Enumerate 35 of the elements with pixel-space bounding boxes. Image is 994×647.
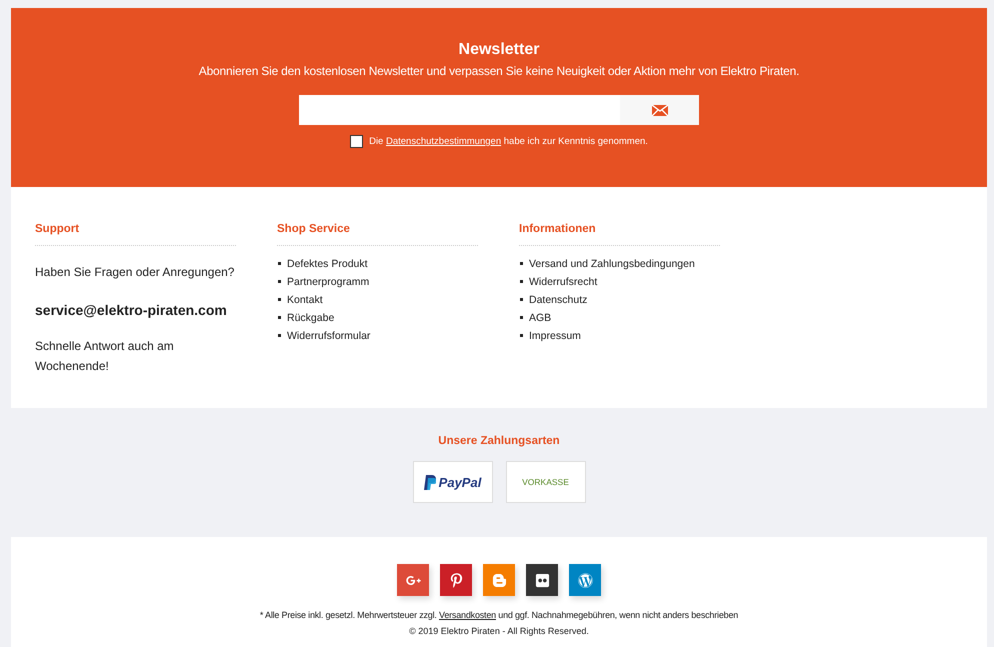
consent-text: Die Datenschutzbestimmungen habe ich zur Kenntnis genommen. [369, 136, 648, 147]
footer-link[interactable]: Partnerprogramm [277, 276, 478, 288]
flickr-icon[interactable] [526, 564, 558, 596]
footer-link[interactable]: Defektes Produkt [277, 258, 478, 270]
support-text: Haben Sie Fragen oder Anregungen? [35, 264, 236, 281]
blogger-icon[interactable] [483, 564, 515, 596]
copyright: © 2019 Elektro Piraten - All Rights Reserved. [409, 626, 589, 636]
price-note: * Alle Preise inkl. gesetzl. Mehrwertsteuer zzgl. Versandkosten und ggf. Nachnahmegebühren, wenn nicht anders beschrieben [260, 610, 738, 620]
consent-checkbox[interactable] [350, 135, 364, 148]
footer-link[interactable]: Datenschutz [519, 294, 720, 306]
pinterest-icon[interactable] [440, 564, 472, 596]
envelope-icon [652, 104, 668, 116]
footer-link[interactable]: AGB [519, 312, 720, 324]
column-heading: Shop Service [277, 223, 478, 246]
footer-link[interactable]: Versand und Zahlungsbedingungen [519, 258, 720, 270]
email-field[interactable] [299, 95, 620, 125]
google-plus-icon[interactable] [397, 564, 429, 596]
column-heading: Support [35, 223, 236, 246]
paypal-logo: PayPal [412, 461, 492, 503]
column-heading: Informationen [519, 223, 720, 246]
newsletter-title: Newsletter [458, 41, 540, 59]
footer-link[interactable]: Rückgabe [277, 312, 478, 324]
newsletter-subtitle: Abonnieren Sie den kostenlosen Newsletter und verpassen Sie keine Neuigkeit oder Aktion mehr von Elektro Piraten. [198, 64, 800, 78]
footer-link[interactable]: Kontakt [277, 294, 478, 306]
privacy-link[interactable]: Datenschutzbestimmungen [386, 136, 502, 147]
footer-link[interactable]: Widerrufsformular [277, 330, 478, 342]
payments-heading: Unsere Zahlungsarten [438, 435, 560, 447]
subscribe-button[interactable] [620, 95, 699, 125]
wordpress-icon[interactable] [569, 564, 601, 596]
prepayment-logo: VORKASSE [506, 461, 586, 503]
shipping-link[interactable]: Versandkosten [439, 610, 496, 620]
support-email: service@elektro-piraten.com [35, 301, 228, 320]
footer-link[interactable]: Widerrufsrecht [519, 276, 720, 288]
footer-link[interactable]: Impressum [519, 330, 720, 342]
support-text: Schnelle Antwort auch am Wochenende! [35, 338, 175, 375]
